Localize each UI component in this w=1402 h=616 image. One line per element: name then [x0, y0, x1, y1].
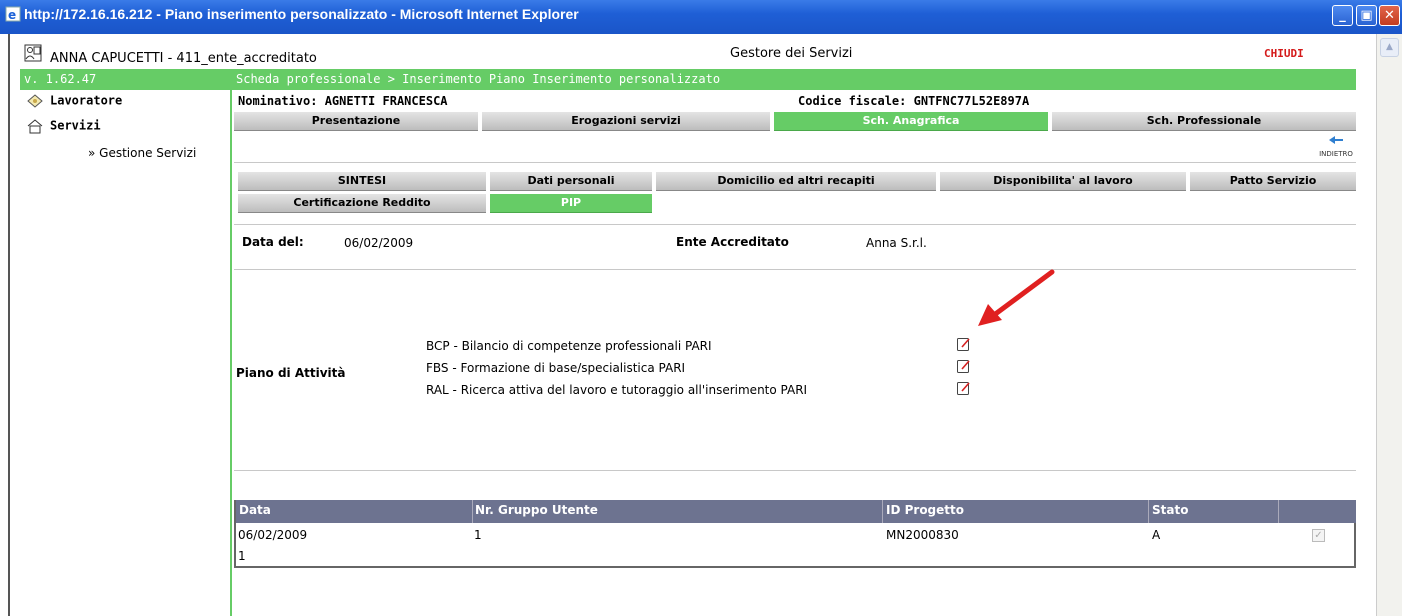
user-logo-icon	[24, 44, 42, 62]
tab-dati-personali[interactable]: Dati personali	[490, 172, 652, 191]
sidebar-item-servizi[interactable]: Servizi	[26, 118, 101, 134]
scroll-up-icon[interactable]: ▲	[1380, 38, 1399, 57]
version-label: v. 1.62.47	[24, 72, 97, 86]
cell-gruppo: 1	[474, 528, 482, 542]
edit-icon[interactable]	[956, 380, 972, 396]
window-titlebar: e http://172.16.16.212 - Piano inserimen…	[0, 0, 1402, 34]
tab-disponibilita[interactable]: Disponibilita' al lavoro	[940, 172, 1186, 191]
breadcrumb: Scheda professionale > Inserimento Piano…	[236, 72, 721, 86]
browser-frame-left	[0, 34, 8, 616]
edit-icon[interactable]	[956, 358, 972, 374]
table-header: Data Nr. Gruppo Utente ID Progetto Stato	[236, 500, 1356, 523]
close-window-button[interactable]: ✕	[1379, 5, 1400, 26]
date-value: 06/02/2009	[344, 236, 414, 250]
codice-fiscale: Codice fiscale: GNTFNC77L52E897A	[798, 94, 1030, 108]
annotation-arrow-icon	[978, 269, 1055, 326]
tab-pip[interactable]: PIP	[490, 194, 652, 213]
ente-label: Ente Accreditato	[676, 235, 789, 249]
activity-fbs: FBS - Formazione di base/specialistica P…	[426, 361, 686, 375]
ente-value: Anna S.r.l.	[866, 236, 927, 250]
window-title: http://172.16.16.212 - Piano inserimento…	[24, 6, 579, 22]
internet-explorer-icon: e	[5, 6, 21, 22]
sidebar-subitem-gestione-servizi[interactable]: » Gestione Servizi	[88, 146, 196, 160]
house-icon	[27, 119, 43, 134]
cell-stato: A	[1152, 528, 1161, 542]
sidebar-item-lavoratore[interactable]: Lavoratore	[26, 93, 122, 109]
nominativo: Nominativo: AGNETTI FRANCESCA	[238, 94, 448, 108]
close-app-link[interactable]: CHIUDI	[1264, 47, 1304, 60]
divider	[234, 269, 1356, 270]
progetti-table: Data Nr. Gruppo Utente ID Progetto Stato…	[234, 500, 1356, 568]
col-id-progetto: ID Progetto	[886, 503, 965, 517]
tab-sch-professionale[interactable]: Sch. Professionale	[1052, 112, 1356, 131]
app-header: ANNA CAPUCETTI - 411_ente_accreditato Ge…	[10, 40, 1366, 68]
vertical-scrollbar[interactable]: ▲	[1376, 34, 1402, 616]
divider	[234, 224, 1356, 225]
activity-bcp: BCP - Bilancio di competenze professiona…	[426, 339, 712, 353]
tab-patto-servizio[interactable]: Patto Servizio	[1190, 172, 1356, 191]
back-button[interactable]: INDIETRO	[1316, 134, 1356, 158]
sidebar: Lavoratore Servizi » Gestione Servizi	[20, 90, 232, 616]
svg-text:e: e	[8, 8, 16, 22]
main-content: Nominativo: AGNETTI FRANCESCA Codice fis…	[234, 90, 1356, 616]
browser-frame-border	[8, 34, 10, 616]
cell-data: 06/02/2009	[238, 528, 308, 542]
col-stato: Stato	[1152, 503, 1189, 517]
tab-sintesi[interactable]: SINTESI	[238, 172, 486, 191]
activity-ral: RAL - Ricerca attiva del lavoro e tutora…	[426, 383, 808, 397]
col-data: Data	[239, 503, 271, 517]
divider	[234, 162, 1356, 163]
tab-erogazioni-servizi[interactable]: Erogazioni servizi	[482, 112, 770, 131]
edit-icon[interactable]	[956, 336, 972, 352]
worker-icon	[27, 94, 43, 108]
tab-sch-anagrafica[interactable]: Sch. Anagrafica	[774, 112, 1048, 131]
breadcrumb-bar: v. 1.62.47 Scheda professionale > Inseri…	[20, 69, 1356, 90]
tab-presentazione[interactable]: Presentazione	[234, 112, 478, 131]
current-user: ANNA CAPUCETTI - 411_ente_accreditato	[50, 51, 317, 66]
app-title: Gestore dei Servizi	[730, 46, 853, 61]
minimize-button[interactable]: _	[1332, 5, 1353, 26]
back-label: INDIETRO	[1319, 150, 1353, 158]
maximize-button[interactable]: ▣	[1356, 5, 1377, 26]
divider	[234, 470, 1356, 471]
sidebar-item-label: Lavoratore	[50, 93, 123, 108]
tab-certificazione-reddito[interactable]: Certificazione Reddito	[238, 194, 486, 213]
back-arrow-icon	[1329, 136, 1343, 144]
piano-label: Piano di Attività	[236, 366, 346, 380]
date-label: Data del:	[242, 235, 304, 249]
col-gruppo: Nr. Gruppo Utente	[475, 503, 598, 517]
table-footer: 1	[238, 549, 246, 563]
row-checkbox[interactable]: ✓	[1312, 529, 1325, 542]
tab-domicilio[interactable]: Domicilio ed altri recapiti	[656, 172, 936, 191]
sidebar-item-label: Servizi	[50, 118, 101, 133]
cell-id-progetto: MN2000830	[886, 528, 959, 542]
